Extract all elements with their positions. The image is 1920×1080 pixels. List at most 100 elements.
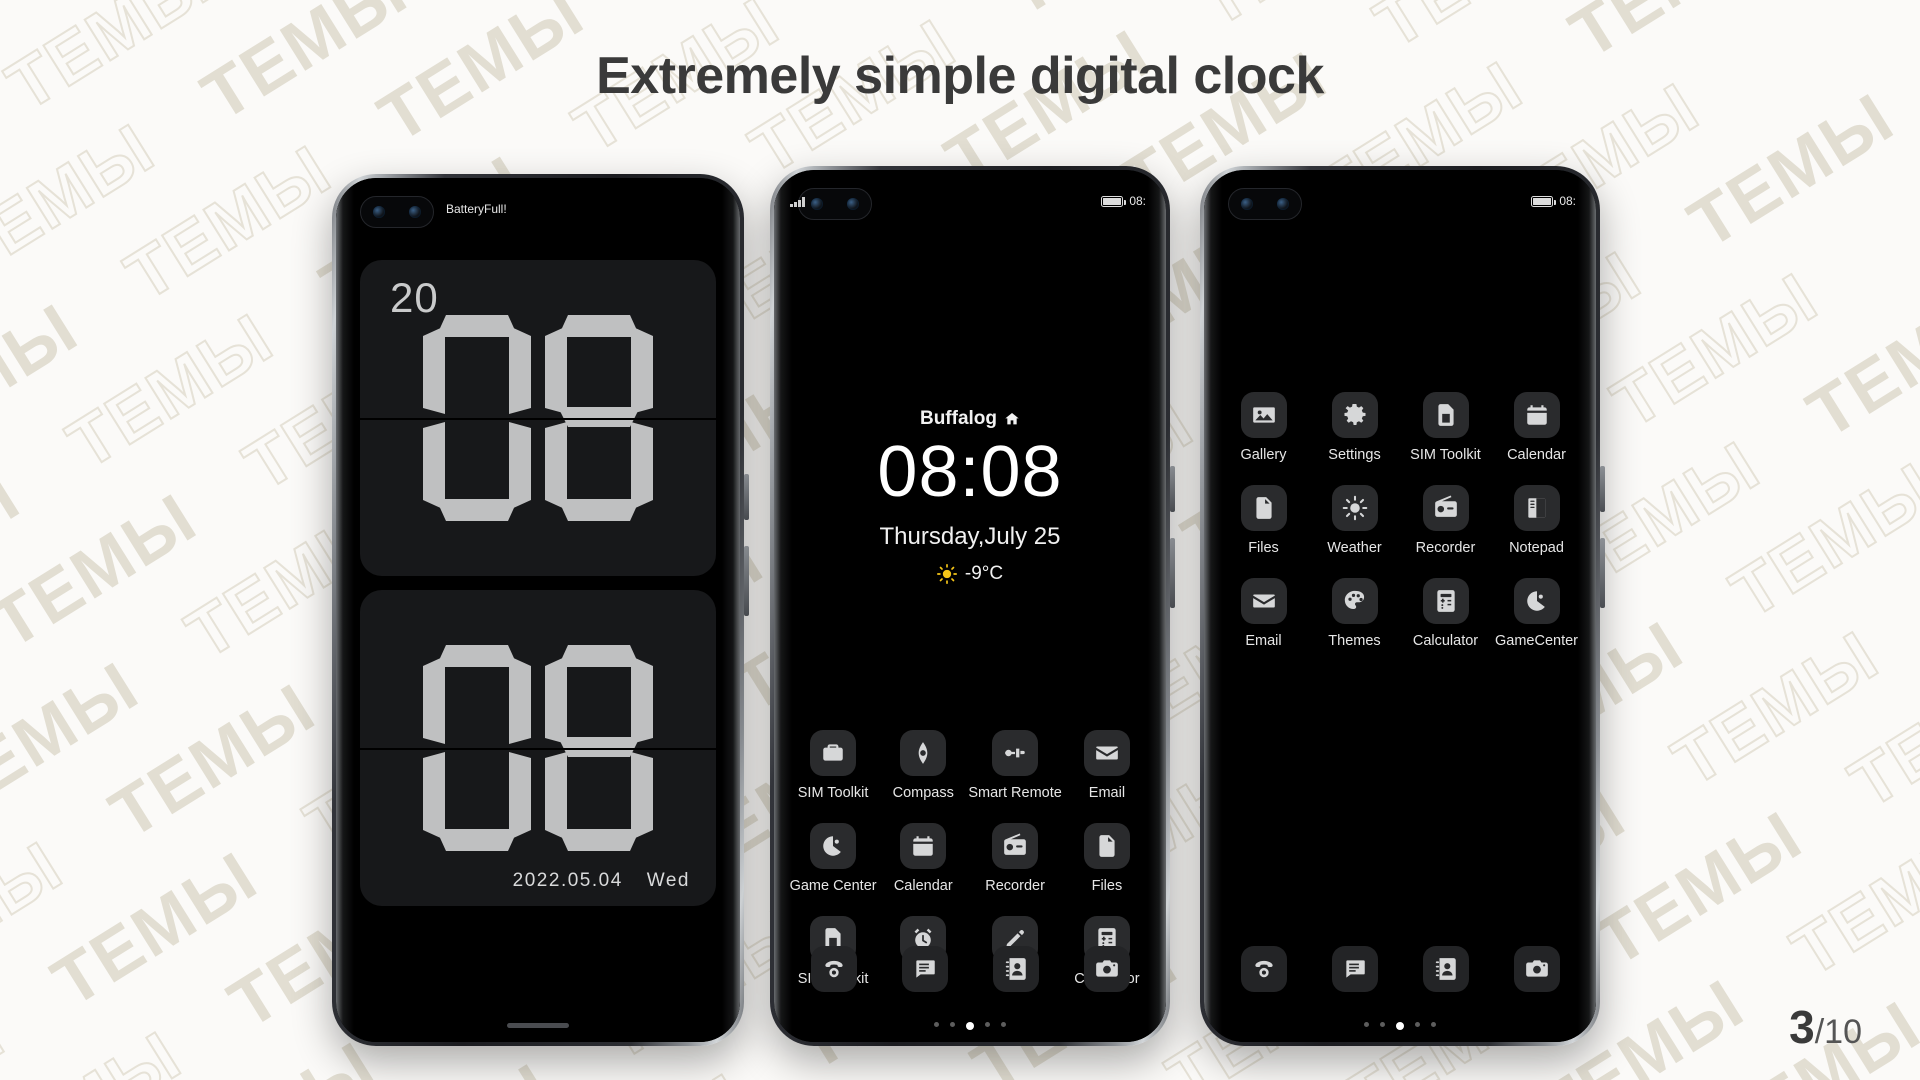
watermark-text: ТЕМЫ <box>1659 615 1893 802</box>
app-icon-game-center[interactable]: Game Center <box>788 823 878 894</box>
phone3-statusbar: 08: <box>1204 188 1596 214</box>
dock-item-contacts[interactable] <box>1400 946 1491 992</box>
app-label: Compass <box>892 785 954 801</box>
phone1-screen: BatteryFull! 20 2022.05.04 Wed <box>336 178 740 1042</box>
page-dot[interactable] <box>1415 1022 1420 1027</box>
watermark-text: ТЕМЫ <box>0 994 18 1080</box>
messages-icon <box>1331 946 1378 992</box>
app-icon-notepad[interactable]: Notepad <box>1491 485 1582 556</box>
envelope-icon <box>1083 730 1130 776</box>
camera-icon <box>1513 946 1560 992</box>
app-icon-calendar[interactable]: Calendar <box>1491 392 1582 463</box>
dock-item-messages[interactable] <box>879 946 970 992</box>
battery-icon <box>1101 195 1127 207</box>
battery-icon <box>1531 195 1557 207</box>
app-label: Files <box>1091 878 1123 894</box>
notebook-icon <box>1513 485 1560 531</box>
app-label: Calendar <box>1507 447 1566 463</box>
dock-item-phone[interactable] <box>788 946 879 992</box>
watermark-text: ТЕМЫ <box>38 836 271 1022</box>
statusbar-time: 08: <box>1559 194 1576 208</box>
app-icon-calendar[interactable]: Calendar <box>878 823 968 894</box>
dock-item-camera[interactable] <box>1061 946 1152 992</box>
dock-item-camera[interactable] <box>1491 946 1582 992</box>
app-icon-recorder[interactable]: Recorder <box>968 823 1061 894</box>
app-label: Recorder <box>985 878 1045 894</box>
app-icon-recorder[interactable]: Recorder <box>1400 485 1491 556</box>
app-icon-gamecenter[interactable]: GameCenter <box>1491 578 1582 649</box>
lockscreen-clock-widget: Buffalog 08:08 Thursday,July 25 -9°C <box>774 408 1166 585</box>
flip-clock-date: 2022.05.04 Wed <box>513 870 690 892</box>
calendar-icon <box>1513 392 1560 438</box>
page-dot[interactable] <box>1364 1022 1369 1027</box>
phone3-page-dots[interactable] <box>1204 1022 1596 1030</box>
location-name: Buffalog <box>919 408 998 429</box>
document-icon <box>1240 485 1287 531</box>
flip-clock-bottom-card: 2022.05.04 Wed <box>360 590 716 906</box>
watermark-text: ТЕМЫ <box>1583 795 1816 981</box>
power-button[interactable] <box>1600 538 1605 608</box>
envelope-icon <box>1240 578 1287 624</box>
image-icon <box>1240 392 1287 438</box>
app-icon-files[interactable]: Files <box>1062 823 1152 894</box>
page-dot[interactable] <box>1431 1022 1436 1027</box>
phone2-page-dots[interactable] <box>774 1022 1166 1030</box>
dock-item-messages[interactable] <box>1309 946 1400 992</box>
power-button[interactable] <box>744 546 749 616</box>
volume-button[interactable] <box>1600 466 1605 512</box>
app-icon-compass[interactable]: Compass <box>878 730 968 801</box>
battery-status-text: BatteryFull! <box>446 202 507 216</box>
app-icon-settings[interactable]: Settings <box>1309 392 1400 463</box>
page-counter: 3/10 <box>1789 1000 1862 1054</box>
watermark-text: ТЕМЫ <box>1675 77 1907 264</box>
app-icon-files[interactable]: Files <box>1218 485 1309 556</box>
calendar-icon <box>900 823 947 869</box>
app-icon-sim-toolkit[interactable]: SIM Toolkit <box>1400 392 1491 463</box>
watermark-text: ТЕМЫ <box>990 0 1222 31</box>
app-icon-email[interactable]: Email <box>1062 730 1152 801</box>
watermark-text: ТЕМЫ <box>0 646 152 832</box>
watermark-text: ТЕМЫ <box>528 1057 762 1080</box>
page-title: Extremely simple digital clock <box>596 47 1324 105</box>
page-dot[interactable] <box>966 1022 974 1030</box>
app-icon-calculator[interactable]: Calculator <box>1400 578 1491 649</box>
app-label: Email <box>1245 633 1282 649</box>
date-value: 2022.05.04 <box>512 870 623 891</box>
lockscreen-weather: -9°C <box>774 563 1166 585</box>
page-dot[interactable] <box>934 1022 939 1027</box>
watermark-text: ТЕМЫ <box>0 108 168 295</box>
app-icon-sim-toolkit[interactable]: SIM Toolkit <box>788 730 878 801</box>
watermark-text: ТЕМЫ <box>53 297 287 484</box>
app-icon-gallery[interactable]: Gallery <box>1218 392 1309 463</box>
volume-button[interactable] <box>744 474 749 520</box>
page-separator: / <box>1814 1013 1825 1051</box>
page-dot[interactable] <box>985 1022 990 1027</box>
pacman-icon <box>810 823 857 869</box>
app-label: Smart Remote <box>968 785 1062 801</box>
lockscreen-location: Buffalog <box>774 408 1166 430</box>
app-icon-smart-remote[interactable]: Smart Remote <box>968 730 1062 801</box>
app-icon-themes[interactable]: Themes <box>1309 578 1400 649</box>
watermark-text: ТЕМЫ <box>1835 637 1920 824</box>
app-icon-weather[interactable]: Weather <box>1309 485 1400 556</box>
page-dot[interactable] <box>1396 1022 1404 1030</box>
home-indicator[interactable] <box>507 1023 569 1028</box>
app-label: Notepad <box>1509 540 1564 556</box>
lockscreen-time: 08:08 <box>877 432 1063 512</box>
page-dot[interactable] <box>1001 1022 1006 1027</box>
dock-item-contacts[interactable] <box>970 946 1061 992</box>
power-button[interactable] <box>1170 538 1175 608</box>
app-label: Themes <box>1328 633 1381 649</box>
page-dot[interactable] <box>1380 1022 1385 1027</box>
flip-hinge-line <box>360 748 716 750</box>
app-label: Settings <box>1328 447 1381 463</box>
app-label: SIM Toolkit <box>1410 447 1481 463</box>
page-dot[interactable] <box>950 1022 955 1027</box>
contacts-icon <box>1422 946 1469 992</box>
volume-button[interactable] <box>1170 466 1175 512</box>
radio-icon <box>1422 485 1469 531</box>
dock-item-phone[interactable] <box>1218 946 1309 992</box>
phone-icon <box>1240 946 1287 992</box>
watermark-text: ТЕМЫ <box>0 478 210 664</box>
app-icon-email[interactable]: Email <box>1218 578 1309 649</box>
